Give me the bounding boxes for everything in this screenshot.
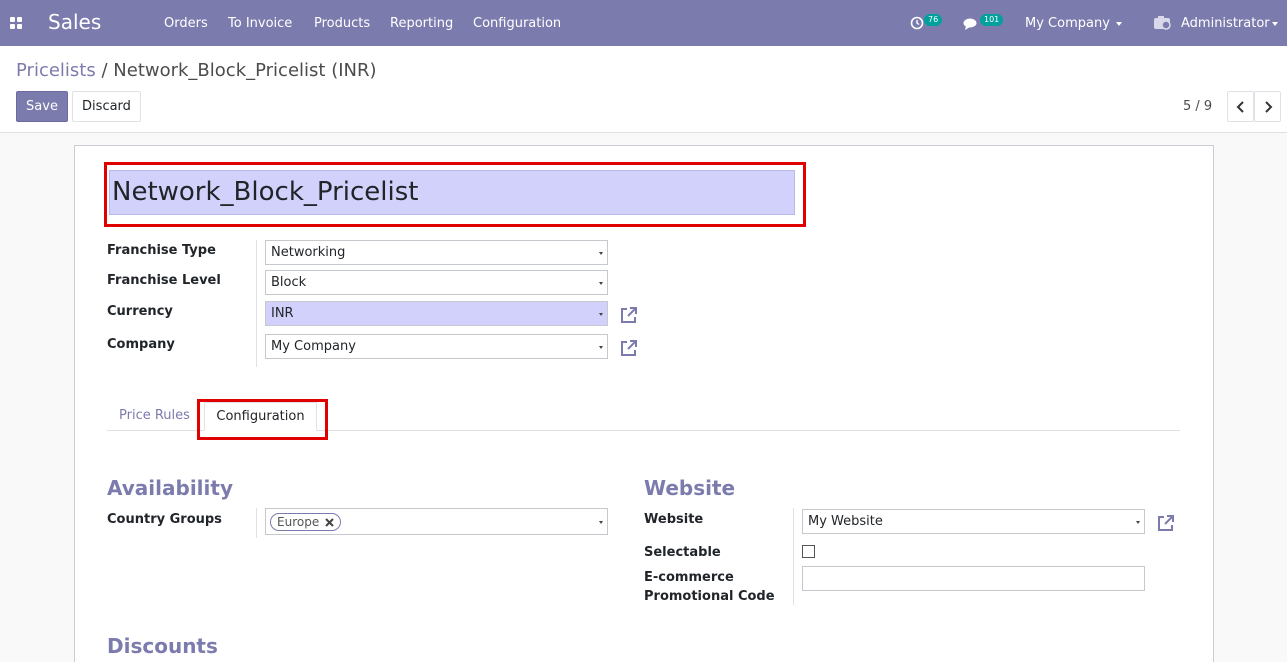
franchise-type-select[interactable]: Networking: [265, 240, 608, 265]
discounts-heading: Discounts: [107, 634, 218, 658]
promo-code-input[interactable]: [802, 566, 1145, 591]
company-label: Company: [107, 337, 175, 352]
message-count-badge: 101: [980, 14, 1004, 26]
franchise-type-value: Networking: [271, 245, 346, 260]
apps-menu-icon[interactable]: [10, 17, 22, 29]
company-select[interactable]: My Company: [265, 334, 608, 359]
app-name[interactable]: Sales: [48, 10, 101, 34]
company-switcher[interactable]: My Company: [1025, 16, 1122, 31]
country-groups-label: Country Groups: [107, 512, 222, 527]
promo-code-label-line2: Promotional Code: [644, 589, 775, 604]
external-link-icon[interactable]: [619, 338, 639, 358]
dropdown-caret-icon: [599, 282, 603, 285]
currency-select[interactable]: INR: [265, 301, 608, 326]
currency-value: INR: [271, 306, 294, 321]
availability-heading: Availability: [107, 476, 233, 500]
breadcrumb-separator: /: [101, 60, 108, 81]
currency-label: Currency: [107, 304, 173, 319]
chevron-left-icon: [1236, 101, 1244, 113]
franchise-level-select[interactable]: Block: [265, 270, 608, 295]
external-link-icon[interactable]: [619, 305, 639, 325]
website-select[interactable]: My Website: [802, 509, 1145, 534]
save-button[interactable]: Save: [16, 91, 68, 122]
chevron-down-icon[interactable]: [1272, 22, 1278, 26]
country-group-tag: Europe: [270, 513, 342, 531]
menu-to-invoice[interactable]: To Invoice: [228, 16, 292, 31]
dropdown-caret-icon: [1136, 521, 1140, 524]
selectable-label: Selectable: [644, 545, 721, 560]
franchise-level-label: Franchise Level: [107, 273, 221, 288]
activity-count-badge: 76: [924, 14, 943, 26]
remove-tag-icon[interactable]: [325, 518, 334, 527]
activity-clock-icon[interactable]: [910, 16, 924, 30]
website-label: Website: [644, 512, 704, 527]
pager-value[interactable]: 5 / 9: [1183, 99, 1212, 114]
menu-configuration[interactable]: Configuration: [473, 16, 561, 31]
company-name: My Company: [1025, 16, 1110, 31]
country-group-tag-label: Europe: [277, 515, 320, 529]
breadcrumb-current: Network_Block_Pricelist (INR): [113, 60, 377, 81]
chevron-down-icon: [1115, 21, 1122, 26]
field-divider: [256, 240, 257, 367]
dropdown-caret-icon: [599, 521, 603, 524]
menu-orders[interactable]: Orders: [164, 16, 208, 31]
company-value: My Company: [271, 339, 356, 354]
top-navbar: Sales Orders To Invoice Products Reporti…: [0, 0, 1287, 46]
pager-previous-button[interactable]: [1227, 91, 1254, 122]
website-value: My Website: [808, 514, 883, 529]
breadcrumb-pricelists-link[interactable]: Pricelists: [16, 60, 96, 81]
external-link-icon[interactable]: [1156, 513, 1176, 533]
menu-products[interactable]: Products: [314, 16, 370, 31]
tab-price-rules[interactable]: Price Rules: [119, 408, 190, 423]
breadcrumb: Pricelists / Network_Block_Pricelist (IN…: [16, 60, 377, 81]
promo-code-label-line1: E-commerce: [644, 570, 734, 585]
dropdown-caret-icon: [599, 252, 603, 255]
website-heading: Website: [644, 476, 736, 500]
title-highlight-box: [104, 162, 806, 227]
tab-highlight-box: [197, 399, 328, 440]
selectable-checkbox[interactable]: [802, 545, 815, 558]
menu-reporting[interactable]: Reporting: [390, 16, 453, 31]
dropdown-caret-icon: [599, 313, 603, 316]
messages-chat-icon[interactable]: [963, 17, 981, 31]
field-divider: [793, 508, 794, 605]
chevron-right-icon: [1265, 101, 1273, 113]
pager-next-button[interactable]: [1254, 91, 1281, 122]
franchise-level-value: Block: [271, 275, 307, 290]
user-camera-icon: [1154, 16, 1171, 30]
discard-button[interactable]: Discard: [72, 91, 141, 122]
field-divider: [256, 508, 257, 538]
franchise-type-label: Franchise Type: [107, 243, 216, 258]
dropdown-caret-icon: [599, 346, 603, 349]
user-menu[interactable]: Administrator: [1181, 16, 1270, 31]
